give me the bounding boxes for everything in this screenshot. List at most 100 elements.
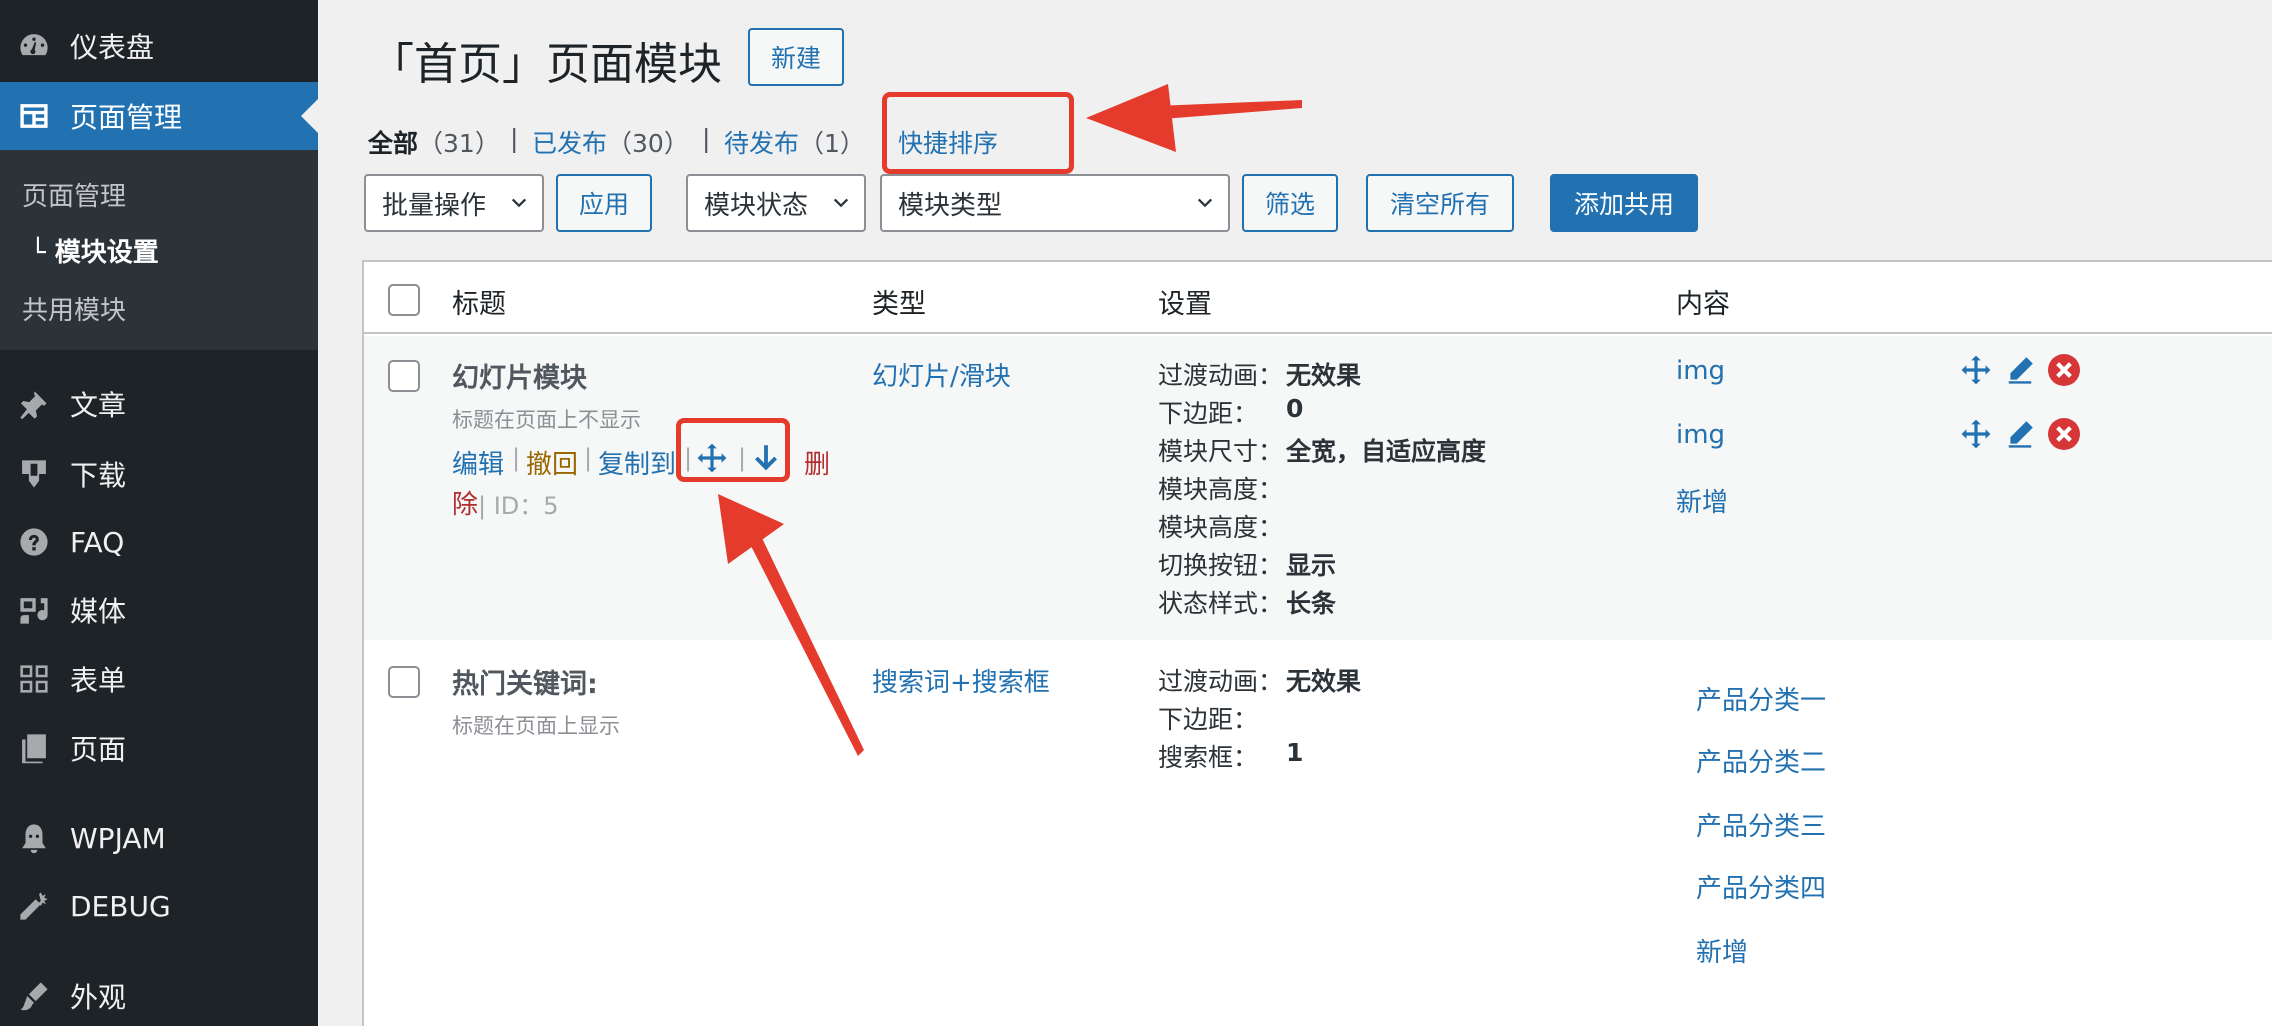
- filter-separator: |: [510, 124, 519, 153]
- content-add-link[interactable]: 新增: [1676, 482, 1728, 519]
- remove-icon[interactable]: [2048, 354, 2080, 386]
- submenu-item-page-manage[interactable]: 页面管理: [22, 176, 126, 213]
- media-icon: [16, 592, 52, 628]
- setting-label: 模块高度：: [1158, 475, 1284, 504]
- menu-item-label: 页面管理: [70, 101, 183, 134]
- row-checkbox[interactable]: [388, 360, 420, 392]
- menu-item-label: 页面: [70, 733, 127, 766]
- table-row: 热门关键词: 标题在页面上显示 搜索词+搜索框 过渡动画： 无效果 下边距： 搜…: [364, 640, 2272, 1026]
- filter-all[interactable]: 全部（31）: [368, 124, 500, 160]
- copy-to-link[interactable]: 复制到: [598, 444, 676, 481]
- filter-pending-label: 待发布: [724, 129, 800, 158]
- column-settings: 设置: [1158, 289, 1212, 320]
- menu-item-dashboard[interactable]: 仪表盘: [0, 12, 318, 80]
- menu-item-label: 文章: [70, 389, 127, 422]
- setting-label: 状态样式：: [1158, 589, 1284, 618]
- setting-value: 长条: [1286, 589, 1337, 618]
- setting-label: 搜索框：: [1158, 743, 1259, 772]
- pencil-icon[interactable]: [2004, 418, 2036, 450]
- column-title[interactable]: 标题: [452, 282, 506, 321]
- new-button[interactable]: 新建: [748, 28, 844, 86]
- select-all-checkbox[interactable]: [388, 284, 420, 316]
- menu-item-posts[interactable]: 文章: [0, 370, 318, 438]
- module-type-select[interactable]: 模块类型: [880, 174, 1230, 232]
- filter-all-count: （31）: [418, 129, 500, 158]
- content-item[interactable]: 产品分类一: [1696, 680, 1826, 717]
- row-note: 标题在页面上显示: [452, 714, 620, 738]
- setting-value: 全宽，自适应高度: [1286, 437, 1487, 466]
- pin-icon: [16, 386, 52, 422]
- content-add-link[interactable]: 新增: [1696, 932, 1748, 969]
- content-item[interactable]: 产品分类三: [1696, 806, 1826, 843]
- menu-item-wpjam[interactable]: WPJAM: [0, 804, 318, 872]
- annotation-highlight-quick-sort: [882, 92, 1074, 174]
- menu-item-appearance[interactable]: 外观: [0, 962, 318, 1026]
- apply-button[interactable]: 应用: [556, 174, 652, 232]
- menu-item-label: 表单: [70, 664, 127, 697]
- module-type-value: 模块类型: [898, 190, 1003, 221]
- undo-link[interactable]: 撤回: [526, 444, 578, 481]
- page-manage-icon: [16, 98, 52, 134]
- filter-button[interactable]: 筛选: [1242, 174, 1338, 232]
- column-content: 内容: [1676, 289, 1730, 320]
- setting-value: 显示: [1286, 551, 1337, 580]
- menu-item-media[interactable]: 媒体: [0, 576, 318, 644]
- submenu-item-shared-modules[interactable]: 共用模块: [22, 290, 126, 327]
- setting-label: 模块尺寸：: [1158, 437, 1284, 466]
- menu-item-label: 媒体: [70, 595, 127, 628]
- move-icon[interactable]: [1960, 354, 1992, 386]
- content-item[interactable]: 产品分类四: [1696, 868, 1826, 905]
- row-checkbox[interactable]: [388, 666, 420, 698]
- menu-item-label: FAQ: [70, 525, 125, 559]
- menu-item-forms[interactable]: 表单: [0, 645, 318, 713]
- move-icon[interactable]: [1960, 418, 1992, 450]
- row-title[interactable]: 幻灯片模块: [452, 356, 587, 395]
- carrot-icon: [16, 888, 52, 924]
- bulk-action-select[interactable]: 批量操作: [364, 174, 544, 232]
- content-item[interactable]: img: [1676, 420, 1725, 450]
- menu-item-page-manage[interactable]: 页面管理: [0, 82, 318, 150]
- filter-pending[interactable]: 待发布（1）: [724, 124, 865, 160]
- menu-item-pages[interactable]: 页面: [0, 714, 318, 782]
- edit-link[interactable]: 编辑: [452, 444, 504, 481]
- remove-icon[interactable]: [2048, 418, 2080, 450]
- module-status-select[interactable]: 模块状态: [686, 174, 866, 232]
- menu-item-debug[interactable]: DEBUG: [0, 872, 318, 940]
- filter-separator: |: [702, 124, 711, 153]
- form-icon: [16, 661, 52, 697]
- menu-item-label: DEBUG: [70, 889, 171, 923]
- setting-value: 1: [1286, 738, 1304, 767]
- delete-link[interactable]: 删: [804, 444, 830, 481]
- question-icon: [16, 524, 52, 560]
- table-header: 标题 类型 设置 内容: [364, 262, 2272, 334]
- pencil-icon[interactable]: [2004, 354, 2036, 386]
- content-item[interactable]: 产品分类二: [1696, 742, 1826, 779]
- submenu: 页面管理 └ 模块设置 共用模块: [0, 150, 318, 350]
- menu-item-downloads[interactable]: 下载: [0, 440, 318, 508]
- content-item[interactable]: img: [1676, 356, 1725, 386]
- setting-value: 无效果: [1286, 361, 1362, 390]
- menu-item-label: WPJAM: [70, 821, 166, 855]
- menu-item-label: 外观: [70, 981, 127, 1014]
- admin-sidebar: 仪表盘 页面管理 页面管理 └ 模块设置 共用模块 文章 下载 FAQ 媒体 表…: [0, 0, 318, 1026]
- row-title[interactable]: 热门关键词:: [452, 662, 598, 701]
- menu-item-faq[interactable]: FAQ: [0, 508, 318, 576]
- action-separator: |: [512, 444, 521, 472]
- setting-label: 过渡动画：: [1158, 667, 1284, 696]
- pages-icon: [16, 730, 52, 766]
- menu-item-label: 仪表盘: [70, 31, 155, 64]
- brush-icon: [16, 978, 52, 1014]
- setting-label: 下边距：: [1158, 399, 1259, 428]
- row-type[interactable]: 搜索词+搜索框: [872, 662, 1050, 699]
- filter-published[interactable]: 已发布（30）: [532, 124, 689, 160]
- submenu-item-module-settings[interactable]: └ 模块设置: [30, 232, 159, 269]
- wpjam-icon: [16, 820, 52, 856]
- table-row: 幻灯片模块 标题在页面上不显示 编辑 | 撤回 | 复制到 | | 删 除 | …: [364, 336, 2272, 640]
- delete-link-continued[interactable]: 除: [452, 484, 478, 521]
- setting-value: 无效果: [1286, 667, 1362, 696]
- clear-all-button[interactable]: 清空所有: [1366, 174, 1514, 232]
- row-type[interactable]: 幻灯片/滑块: [872, 356, 1011, 393]
- add-shared-button[interactable]: 添加共用: [1550, 174, 1698, 232]
- row-id: | ID：5: [478, 492, 559, 520]
- filter-pending-count: （1）: [799, 129, 865, 158]
